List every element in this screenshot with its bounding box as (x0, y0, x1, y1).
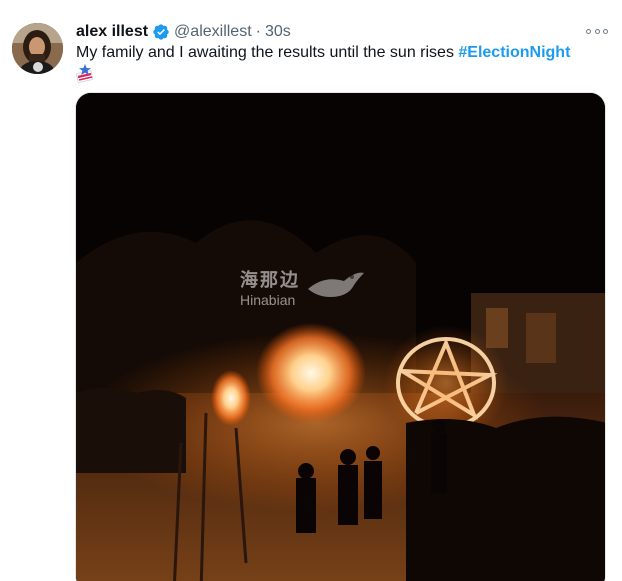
verified-badge-icon (153, 24, 169, 40)
separator-dot: · (255, 23, 261, 40)
tweet-body: My family and I awaiting the results unt… (76, 44, 459, 61)
tweet-media[interactable]: 海那边 Hinabian (75, 92, 606, 581)
watermark-bird-icon (308, 272, 364, 297)
handle[interactable]: @alexillest (174, 23, 252, 41)
watermark: 海那边 Hinabian (240, 269, 366, 309)
tweet-text: My family and I awaiting the results unt… (76, 42, 612, 64)
timestamp[interactable]: 30s (265, 23, 291, 41)
hashtag-link[interactable]: #ElectionNight (458, 44, 570, 61)
watermark-cn: 海那边 (240, 270, 300, 290)
watermark-en: Hinabian (240, 292, 296, 308)
display-name[interactable]: alex illest (76, 23, 148, 41)
tweet-header: alex illest @alexillest · 30s (76, 21, 291, 43)
avatar-image (12, 23, 63, 74)
tweet[interactable]: alex illest @alexillest · 30s My family … (0, 0, 622, 581)
media-image (76, 93, 605, 581)
avatar[interactable] (12, 23, 63, 74)
more-options-icon[interactable] (586, 24, 608, 38)
vote-emoji-icon (76, 64, 94, 83)
